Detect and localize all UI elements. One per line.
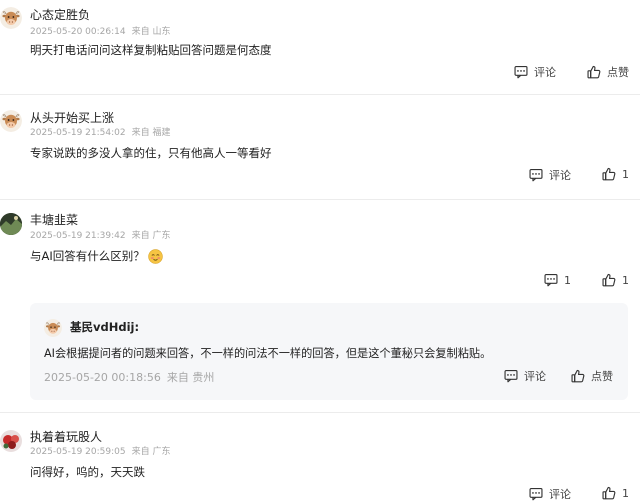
user-avatar[interactable] [0,430,22,452]
comment-time: 2025-05-19 20:59:05 [30,447,126,457]
comment-time: 2025-05-19 21:54:02 [30,128,126,138]
comment-bubble-icon [529,168,543,182]
thumbs-up-icon [587,65,601,79]
comment-item: 执着着玩股人 2025-05-19 20:59:05 来自 广东 问得好，呜的，天… [0,414,640,504]
comment-author-name[interactable]: 丰塘韭菜 [30,213,78,227]
like-count: 1 [622,273,629,287]
user-avatar[interactable] [0,213,22,235]
like-button[interactable]: 1 [602,167,629,181]
comment-location: 来自 福建 [131,128,171,138]
comment-location: 来自 广东 [131,231,171,241]
comment-time: 2025-05-19 21:39:42 [30,231,126,241]
reply-box: 基民vdHdij: AI会根据提问者的问题来回答，不一样的问法不一样的回答，但是… [30,303,628,400]
cow-avatar-icon[interactable] [0,110,22,132]
comment-text: 明天打电话问问这样复制粘贴回答问题是何态度 [30,43,272,57]
comment-button-label: 评论 [534,66,556,79]
comment-meta: 2025-05-19 20:59:05 来自 广东 [30,446,170,458]
comment-button[interactable]: 评论 [529,167,571,183]
reply-text: AI会根据提问者的问题来回答，不一样的问法不一样的回答，但是这个董秘只会复制粘贴… [44,347,492,360]
comment-button[interactable]: 1 [544,273,571,287]
comment-bubble-icon [504,369,518,383]
cow-avatar-icon[interactable] [0,7,22,29]
comment-count: 1 [564,273,571,287]
comment-location: 来自 广东 [131,447,171,457]
reply-location: 来自 贵州 [166,371,215,384]
comment-button-label: 评论 [549,488,571,501]
comment-text: 专家说跌的多没人拿的住，只有他高人一等看好 [30,146,272,160]
comment-author-name[interactable]: 从头开始买上涨 [30,111,114,125]
divider [0,94,640,95]
reply-like-button[interactable]: 点赞 [571,368,613,384]
comment-location: 来自 山东 [131,27,171,37]
thumbs-up-icon [602,273,616,287]
thumbs-up-icon [602,167,616,181]
thumbs-up-icon [571,369,585,383]
comment-bubble-icon [529,487,543,501]
like-count: 1 [622,486,629,500]
comment-text: 问得好，呜的，天天跌 [30,465,145,479]
comment-bubble-icon [514,65,528,79]
comment-meta: 2025-05-20 00:26:14 来自 山东 [30,26,170,38]
comment-text: 与AI回答有什么区别？ [30,248,163,264]
comment-author-name[interactable]: 心态定胜负 [30,8,90,22]
like-button-label: 点赞 [607,66,629,79]
comment-time: 2025-05-20 00:26:14 [30,27,126,37]
like-count: 1 [622,167,629,181]
comment-meta: 2025-05-19 21:54:02 来自 福建 [30,127,170,139]
reply-meta: 2025-05-20 00:18:56 来自 贵州 [44,370,214,386]
reply-time: 2025-05-20 00:18:56 [44,371,161,384]
comment-button-label: 评论 [549,169,571,182]
like-button[interactable]: 点赞 [587,64,629,80]
red-photo-avatar-icon [0,430,22,452]
comment-button[interactable]: 评论 [514,64,556,80]
comment-bubble-icon [544,273,558,287]
comment-meta: 2025-05-19 21:39:42 来自 广东 [30,230,170,242]
comment-text-content: 与AI回答有什么区别？ [30,249,145,263]
reply-author-name[interactable]: 基民vdHdij: [70,319,139,335]
comment-author-name[interactable]: 执着着玩股人 [30,430,102,444]
landscape-avatar-icon [0,213,22,235]
comment-button-label: 评论 [524,370,546,383]
like-button[interactable]: 1 [602,486,629,500]
like-button[interactable]: 1 [602,273,629,287]
cow-avatar-icon[interactable] [44,319,62,337]
blushing-face-emoji-icon [148,248,163,264]
reply-comment-button[interactable]: 评论 [504,368,546,384]
thumbs-up-icon [602,486,616,500]
like-button-label: 点赞 [591,370,613,383]
comment-item: 从头开始买上涨 2025-05-19 21:54:02 来自 福建 专家说跌的多没… [0,96,640,196]
comment-button[interactable]: 评论 [529,486,571,502]
comment-item: 心态定胜负 2025-05-20 00:26:14 来自 山东 明天打电话问问这样… [0,0,640,90]
divider [0,412,640,413]
